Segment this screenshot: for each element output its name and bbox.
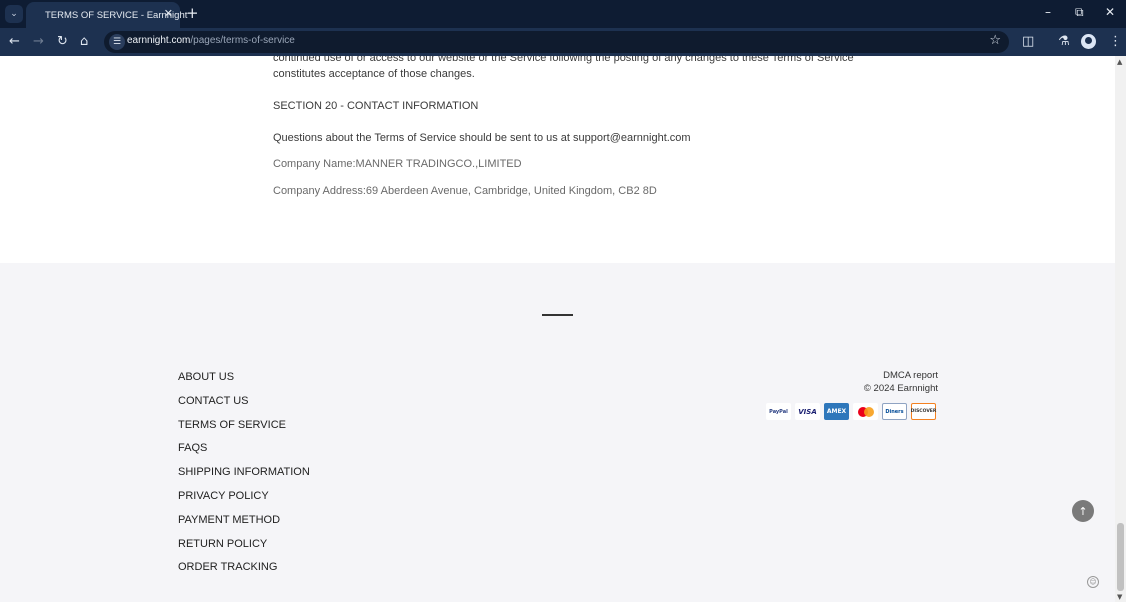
amex-icon: AMEX (824, 403, 849, 420)
footer-link-shipping-information[interactable]: SHIPPING INFORMATION (178, 464, 310, 488)
mastercard-icon (853, 403, 878, 420)
bookmark-star-icon[interactable]: ☆ (989, 33, 1001, 48)
scrollbar-thumb[interactable] (1117, 523, 1124, 591)
footer-link-return-policy[interactable]: RETURN POLICY (178, 536, 310, 560)
minimize-icon[interactable]: – (1045, 5, 1051, 19)
address-bar[interactable]: ☰ earnnight.com/pages/terms-of-service ☆ (104, 31, 1009, 53)
visa-label: VISA (798, 407, 817, 416)
footer-link-faqs[interactable]: FAQS (178, 440, 310, 464)
visa-icon: VISA (795, 403, 820, 420)
footer-link-order-tracking[interactable]: ORDER TRACKING (178, 559, 310, 583)
payment-icons: PayPal VISA AMEX Diners DISCOVER (766, 403, 936, 420)
home-icon[interactable]: ⌂ (80, 34, 88, 50)
footer-link-terms-of-service[interactable]: TERMS OF SERVICE (178, 417, 310, 441)
reload-icon[interactable]: ↻ (57, 34, 68, 50)
page-viewport: continued use of or access to our websit… (0, 56, 1115, 602)
footer-link-privacy-policy[interactable]: PRIVACY POLICY (178, 488, 310, 512)
browser-tab-active[interactable]: TERMS OF SERVICE - Earnnight ✕ (26, 2, 187, 28)
footer-link-about-us[interactable]: ABOUT US (178, 369, 310, 393)
page-scrollbar[interactable]: ▲ ▼ (1115, 56, 1126, 602)
paypal-icon: PayPal (766, 403, 791, 420)
back-to-top-button[interactable]: ↑ (1072, 500, 1094, 522)
footer-divider (542, 314, 573, 316)
paragraph-tail-line-2: constitutes acceptance of those changes. (273, 68, 475, 80)
mastercard-yellow-circle (863, 406, 874, 417)
chat-widget-icon[interactable]: ☺ (1087, 576, 1099, 588)
diners-label: Diners (885, 408, 904, 415)
browser-tab-bar: ⌄ TERMS OF SERVICE - Earnnight ✕ + – ⧉ ✕ (0, 0, 1126, 28)
company-address: Company Address:69 Aberdeen Avenue, Camb… (273, 185, 657, 197)
back-arrow-icon[interactable]: ← (9, 34, 20, 50)
url-text[interactable]: earnnight.com/pages/terms-of-service (127, 35, 295, 46)
site-info-icon[interactable]: ☰ (109, 34, 125, 50)
profile-avatar-icon[interactable] (1081, 34, 1096, 49)
discover-label: DISCOVER (910, 409, 937, 414)
extensions-puzzle-icon[interactable]: ◫ (1022, 34, 1034, 49)
company-name: Company Name:MANNER TRADINGCO.,LIMITED (273, 158, 522, 170)
labs-flask-icon[interactable]: ⚗ (1058, 34, 1070, 49)
url-path: /pages/terms-of-service (190, 35, 295, 46)
discover-icon: DISCOVER (911, 403, 936, 420)
amex-label: AMEX (826, 408, 847, 415)
copyright-text: © 2024 Earnnight (863, 383, 938, 394)
chevron-down-icon: ⌄ (10, 9, 18, 19)
browser-toolbar: ← → ↻ ⌂ ☰ earnnight.com/pages/terms-of-s… (0, 28, 1126, 56)
footer-links: ABOUT US CONTACT US TERMS OF SERVICE FAQ… (178, 369, 310, 583)
forward-arrow-icon[interactable]: → (33, 34, 44, 50)
scroll-down-arrow-icon[interactable]: ▼ (1117, 593, 1122, 601)
tab-close-icon[interactable]: ✕ (164, 7, 173, 20)
section-heading: SECTION 20 - CONTACT INFORMATION (273, 100, 479, 112)
tab-list-button[interactable]: ⌄ (5, 5, 23, 23)
menu-kebab-icon[interactable]: ⋮ (1109, 34, 1122, 49)
footer-link-payment-method[interactable]: PAYMENT METHOD (178, 512, 310, 536)
url-domain: earnnight.com (127, 35, 191, 46)
scroll-up-arrow-icon[interactable]: ▲ (1117, 58, 1122, 66)
close-window-icon[interactable]: ✕ (1105, 5, 1115, 19)
contact-line: Questions about the Terms of Service sho… (273, 132, 691, 144)
diners-club-icon: Diners (882, 403, 907, 420)
new-tab-plus-icon[interactable]: + (186, 4, 199, 22)
arrow-up-icon: ↑ (1078, 504, 1088, 518)
paragraph-tail-line-1: continued use of or access to our websit… (273, 56, 854, 64)
footer: ABOUT US CONTACT US TERMS OF SERVICE FAQ… (0, 263, 1115, 602)
footer-link-contact-us[interactable]: CONTACT US (178, 393, 310, 417)
footer-legal: DMCA report © 2024 Earnnight (864, 369, 938, 395)
dmca-report-link[interactable]: DMCA report (864, 369, 938, 382)
paypal-label: PayPal (769, 408, 788, 415)
restore-icon[interactable]: ⧉ (1075, 5, 1084, 20)
